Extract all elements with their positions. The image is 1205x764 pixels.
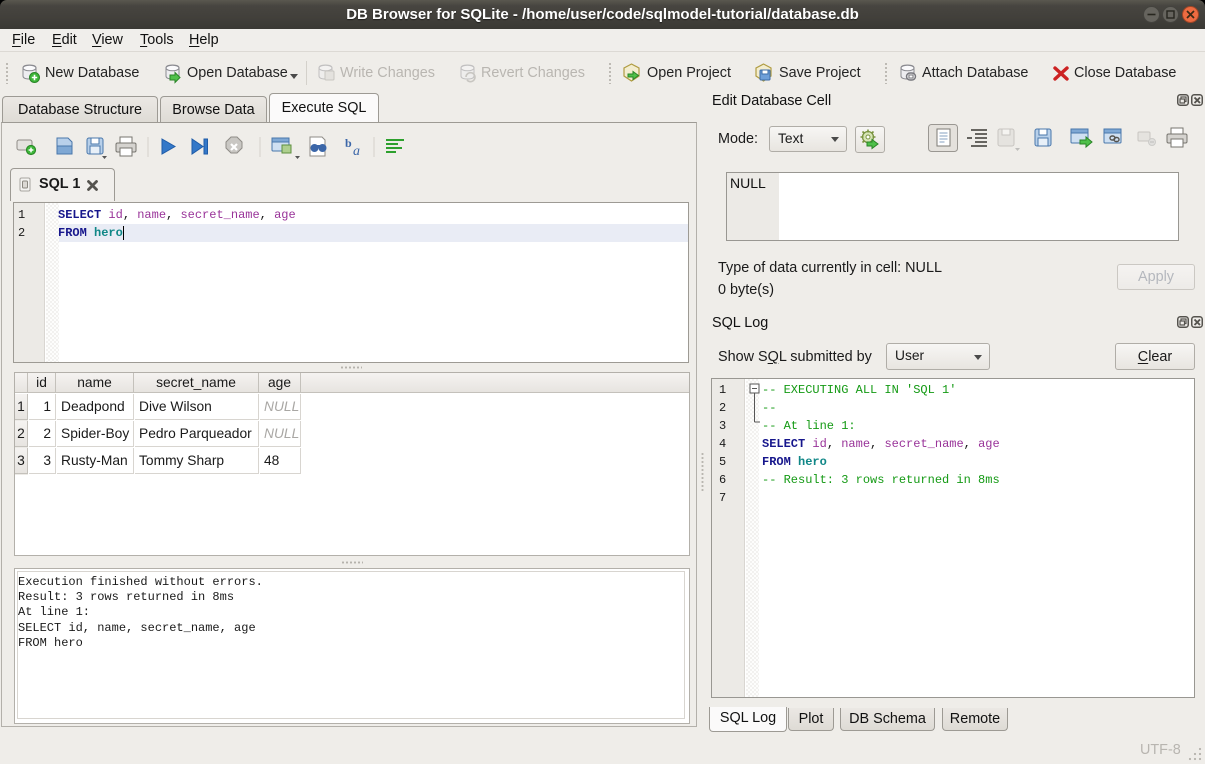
svg-text:b: b <box>345 136 352 150</box>
svg-text:a: a <box>353 144 360 159</box>
